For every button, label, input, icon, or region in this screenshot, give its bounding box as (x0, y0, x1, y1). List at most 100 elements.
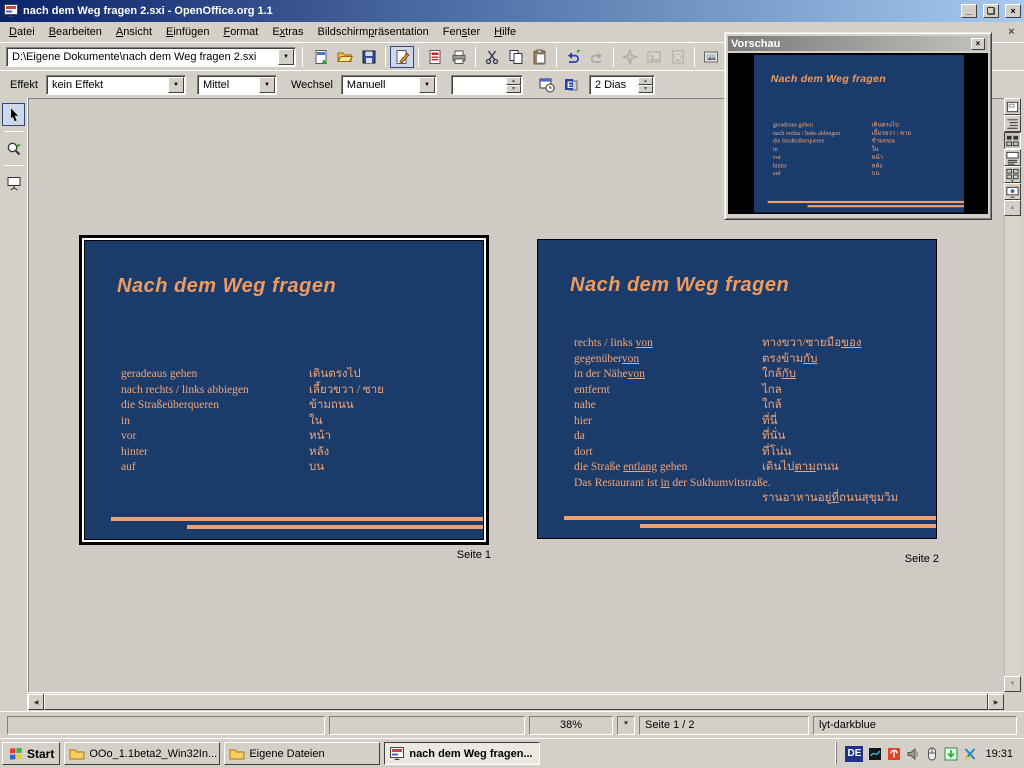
vocab-row: daที่นั่น (574, 429, 930, 445)
preview-window[interactable]: Vorschau × Nach dem Weg fragen geradeaus… (724, 32, 992, 220)
vocab-row: in der Nähevonใกล้กับ (574, 367, 930, 383)
notes-view-icon[interactable] (1004, 149, 1021, 166)
copy-icon[interactable] (504, 46, 528, 68)
menu-bildschirmpr-sentation[interactable]: Bildschirmpräsentation (311, 23, 436, 41)
scroll-right-icon[interactable]: ▶ (988, 694, 1004, 710)
speed-combobox[interactable]: Mittel ▼ (197, 75, 277, 95)
vocab-row: รานอาหานอยู่ที่ถนนสุขุมวิม (574, 491, 930, 507)
undo-icon[interactable] (561, 46, 585, 68)
menu-extras[interactable]: Extras (265, 23, 310, 41)
volume-icon[interactable] (904, 745, 921, 762)
close-document-icon[interactable]: × (1004, 25, 1019, 39)
styles-icon[interactable] (666, 46, 690, 68)
dias-per-row-spinner[interactable]: 2 Dias ▲▼ (589, 75, 655, 95)
navigator-icon[interactable] (618, 46, 642, 68)
vocab-row: vorหน้า (121, 429, 477, 445)
update-icon[interactable] (942, 745, 959, 762)
edit-file-icon[interactable] (390, 46, 414, 68)
menu-format[interactable]: Format (216, 23, 265, 41)
scroll-down-icon[interactable]: ▼ (1004, 676, 1021, 692)
language-indicator[interactable]: DE (845, 746, 863, 762)
dias-value[interactable]: 2 Dias (590, 79, 638, 91)
task-button[interactable]: OOo_1.1beta2_Win32In... (64, 742, 220, 765)
effect-dropdown-icon[interactable]: ▼ (168, 77, 184, 93)
scroll-left-icon[interactable]: ◀ (28, 694, 44, 710)
task-button[interactable]: Eigene Dateien (224, 742, 380, 765)
transition-dropdown-icon[interactable]: ▼ (419, 77, 435, 93)
speed-dropdown-icon[interactable]: ▼ (259, 77, 275, 93)
open-icon[interactable] (333, 46, 357, 68)
url-combobox[interactable]: D:\Eigene Dokumente\nach dem Weg fragen … (6, 47, 296, 67)
close-button[interactable]: × (1005, 4, 1021, 18)
select-icon[interactable] (2, 103, 25, 126)
slide-title: Nach dem Weg fragen (117, 275, 336, 298)
toolbar-separator (302, 47, 303, 67)
cut-icon[interactable] (480, 46, 504, 68)
preview-close-icon[interactable]: × (971, 38, 985, 50)
task-button[interactable]: nach dem Weg fragen... (384, 742, 540, 765)
effect-combobox[interactable]: kein Effekt ▼ (46, 75, 186, 95)
menu-datei[interactable]: Datei (2, 23, 42, 41)
mouse-icon[interactable] (923, 745, 940, 762)
slide-2-frame[interactable]: Nach dem Weg fragen rechts / links vonทา… (537, 239, 937, 539)
restore-button[interactable]: ❏ (983, 4, 999, 18)
paste-icon[interactable] (528, 46, 552, 68)
preview-slide-title: Nach dem Weg fragen (771, 73, 886, 85)
print-icon[interactable] (447, 46, 471, 68)
redo-icon[interactable] (585, 46, 609, 68)
time-spin-buttons[interactable]: ▲▼ (506, 77, 521, 93)
zoom-tool-icon[interactable] (2, 137, 25, 160)
menu-ansicht[interactable]: Ansicht (109, 23, 159, 41)
horizontal-scrollbar[interactable]: ◀ ▶ (28, 692, 1004, 710)
url-dropdown-icon[interactable]: ▼ (278, 49, 294, 65)
zoom-level[interactable]: 38% (529, 716, 613, 735)
dias-spin-buttons[interactable]: ▲▼ (638, 77, 653, 93)
drawing-view-icon[interactable] (1004, 98, 1021, 115)
decor-line (808, 205, 964, 207)
clock[interactable]: 19:31 (981, 748, 1017, 760)
start-button[interactable]: Start (2, 742, 60, 765)
scanner-icon[interactable] (961, 745, 978, 762)
gallery-icon[interactable] (699, 46, 723, 68)
window-title: nach dem Weg fragen 2.sxi - OpenOffice.o… (23, 5, 955, 17)
transition-value[interactable]: Manuell (342, 79, 419, 91)
vocab-row: die Straßeüberquerenข้ามถนน (773, 137, 961, 145)
main-toolbar (0, 98, 28, 711)
menu-fenster[interactable]: Fenster (436, 23, 487, 41)
tray-icons (866, 745, 978, 762)
transition-combobox[interactable]: Manuell ▼ (341, 75, 437, 95)
url-value[interactable]: D:\Eigene Dokumente\nach dem Weg fragen … (7, 51, 278, 63)
vocab-list: geradeaus gehenเดินตรงไปnach rechts / li… (121, 367, 477, 476)
scroll-up-icon[interactable]: ▲ (1004, 200, 1021, 216)
time-spinner[interactable]: ▲▼ (451, 75, 523, 95)
antivirus-icon[interactable] (885, 745, 902, 762)
export-pdf-icon[interactable] (423, 46, 447, 68)
slide-1-selected[interactable]: Nach dem Weg fragen geradeaus gehenเดินต… (79, 235, 489, 545)
effect-value[interactable]: kein Effekt (47, 79, 168, 91)
minimize-button[interactable]: _ (961, 4, 977, 18)
presentation-view-icon[interactable] (1004, 183, 1021, 200)
preview-window-icon[interactable] (535, 74, 559, 96)
save-icon[interactable] (357, 46, 381, 68)
menu-hilfe[interactable]: Hilfe (487, 23, 523, 41)
vocab-row: nach rechts / links abbiegenเลี้ยวขวา / … (121, 383, 477, 399)
new-presentation-icon[interactable] (309, 46, 333, 68)
vocab-row: hinterหลัง (121, 445, 477, 461)
handout-view-icon[interactable] (1004, 166, 1021, 183)
vocab-row: gegenübervonตรงข้ามกับ (574, 352, 930, 368)
pen-tablet-icon[interactable] (866, 745, 883, 762)
speed-value[interactable]: Mittel (198, 79, 259, 91)
menu-einf-gen[interactable]: Einfügen (159, 23, 216, 41)
vertical-scrollbar[interactable]: ▲ ▼ (1004, 98, 1021, 692)
slide-view-icon[interactable] (1004, 132, 1021, 149)
effects-window-icon[interactable]: E (559, 74, 583, 96)
function-icons (309, 46, 723, 68)
start-presentation-icon[interactable] (2, 171, 25, 194)
scrollbar-thumb[interactable] (44, 694, 988, 710)
preview-title-bar[interactable]: Vorschau × (728, 36, 988, 51)
insert-graphic-icon[interactable] (642, 46, 666, 68)
scrollbar-track[interactable] (1004, 216, 1021, 676)
outline-view-icon[interactable] (1004, 115, 1021, 132)
menu-bearbeiten[interactable]: Bearbeiten (42, 23, 109, 41)
modified-flag: * (617, 716, 635, 735)
